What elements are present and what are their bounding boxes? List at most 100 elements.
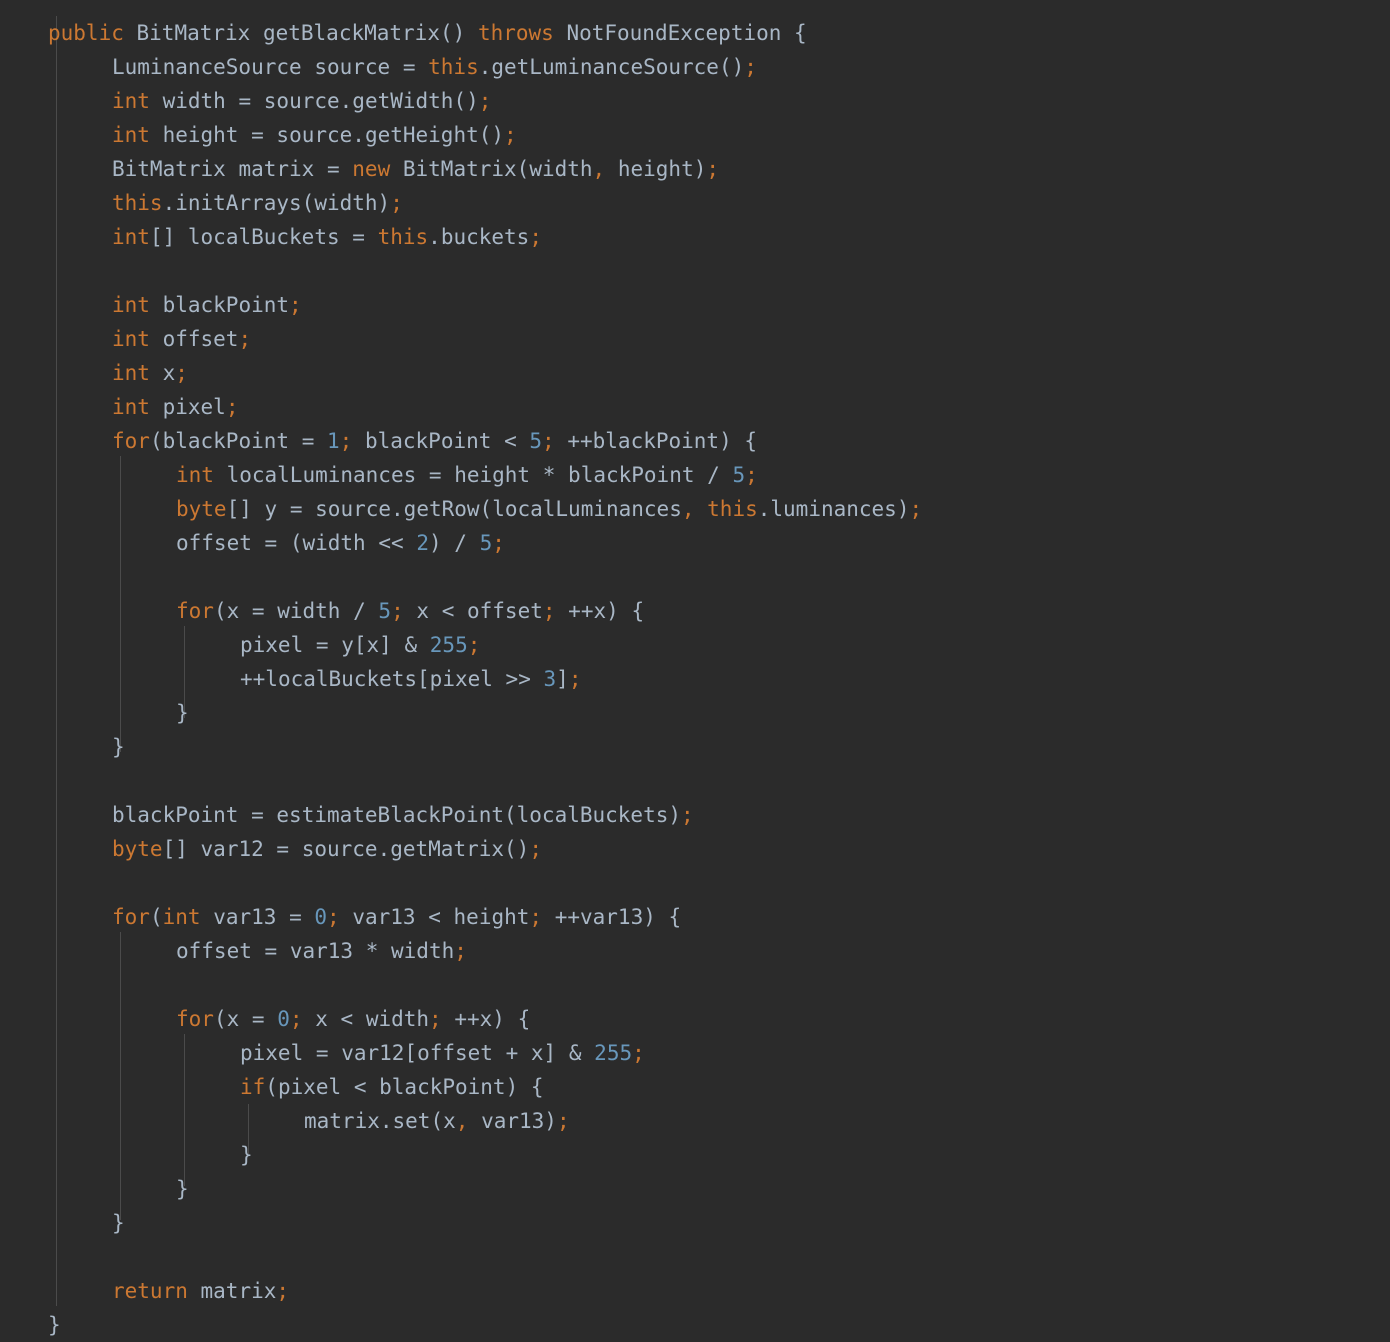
code-line[interactable]: byte[] var12 = source.getMatrix(); [0, 832, 1390, 866]
code-line[interactable] [0, 254, 1390, 288]
code-surface[interactable]: public BitMatrix getBlackMatrix() throws… [0, 0, 1390, 1342]
code-line[interactable]: byte[] y = source.getRow(localLuminances… [0, 492, 1390, 526]
identifier-token: estimateBlackPoint [276, 803, 504, 827]
code-line[interactable]: } [0, 730, 1390, 764]
punctuation-token: , [592, 157, 606, 181]
identifier-token: BitMatrix [112, 157, 226, 181]
operator-token: [] [226, 497, 252, 521]
code-lines-container[interactable]: public BitMatrix getBlackMatrix() throws… [0, 16, 1390, 1342]
code-line[interactable]: offset = var13 * width; [0, 934, 1390, 968]
identifier-token: height [454, 463, 531, 487]
operator-token: = [315, 633, 329, 657]
code-line[interactable]: for(x = width / 5; x < offset; ++x) { [0, 594, 1390, 628]
identifier-token: getWidth [352, 89, 454, 113]
operator-token: ( [149, 429, 163, 453]
identifier-token: localBuckets [516, 803, 669, 827]
punctuation-token: ; [568, 667, 582, 691]
code-line[interactable]: int localLuminances = height * blackPoin… [0, 458, 1390, 492]
code-line[interactable]: offset = (width << 2) / 5; [0, 526, 1390, 560]
code-line[interactable] [0, 764, 1390, 798]
keyword-token: for [112, 905, 150, 929]
code-line[interactable]: for(x = 0; x < width; ++x) { [0, 1002, 1390, 1036]
code-line[interactable]: } [0, 696, 1390, 730]
code-line[interactable]: pixel = y[x] & 255; [0, 628, 1390, 662]
code-line[interactable]: matrix.set(x, var13); [0, 1104, 1390, 1138]
code-editor[interactable]: public BitMatrix getBlackMatrix() throws… [0, 0, 1390, 1339]
code-line[interactable] [0, 1240, 1390, 1274]
code-line[interactable]: LuminanceSource source = this.getLuminan… [0, 50, 1390, 84]
punctuation-token: ; [492, 531, 505, 555]
operator-token: { [744, 429, 758, 453]
identifier-token: x [315, 1007, 328, 1031]
operator-token: } [176, 1177, 189, 1201]
operator-token: . [757, 497, 771, 521]
identifier-token: var12 [200, 837, 264, 861]
code-line[interactable]: public BitMatrix getBlackMatrix() throws… [0, 16, 1390, 50]
operator-token: { [517, 1007, 531, 1031]
identifier-token: width [302, 531, 366, 555]
operator-token: } [112, 735, 125, 759]
operator-token: = [428, 463, 442, 487]
code-line[interactable]: int x; [0, 356, 1390, 390]
identifier-token: var13 [481, 1109, 545, 1133]
code-line[interactable]: int[] localBuckets = this.buckets; [0, 220, 1390, 254]
code-line[interactable]: ++localBuckets[pixel >> 3]; [0, 662, 1390, 696]
operator-token: ( [265, 1075, 278, 1099]
code-line[interactable]: if(pixel < blackPoint) { [0, 1070, 1390, 1104]
code-line[interactable]: BitMatrix matrix = new BitMatrix(width, … [0, 152, 1390, 186]
operator-token: ++ [568, 599, 594, 623]
code-line[interactable] [0, 968, 1390, 1002]
code-line[interactable]: int width = source.getWidth(); [0, 84, 1390, 118]
code-line[interactable]: int blackPoint; [0, 288, 1390, 322]
code-line[interactable]: } [0, 1206, 1390, 1240]
code-line[interactable]: int offset; [0, 322, 1390, 356]
code-line[interactable] [0, 866, 1390, 900]
code-line[interactable]: this.initArrays(width); [0, 186, 1390, 220]
code-line[interactable]: } [0, 1308, 1390, 1342]
code-line[interactable]: return matrix; [0, 1274, 1390, 1308]
code-line[interactable]: for(int var13 = 0; var13 < height; ++var… [0, 900, 1390, 934]
code-line[interactable]: for(blackPoint = 1; blackPoint < 5; ++bl… [0, 424, 1390, 458]
code-line[interactable]: int pixel; [0, 390, 1390, 424]
identifier-token: blackPoint [162, 429, 290, 453]
code-line[interactable]: pixel = var12[offset + x] & 255; [0, 1036, 1390, 1070]
operator-token: ( [213, 1007, 227, 1031]
operator-token: . [391, 497, 404, 521]
number-token: 0 [277, 1007, 290, 1031]
identifier-token: luminances [770, 497, 897, 521]
code-line[interactable] [0, 560, 1390, 594]
operator-token: } [48, 1313, 61, 1337]
operator-token: / [454, 531, 467, 555]
code-line[interactable]: } [0, 1138, 1390, 1172]
operator-token: < [340, 1007, 354, 1031]
identifier-token: y [341, 633, 354, 657]
code-line[interactable]: blackPoint = estimateBlackPoint(localBuc… [0, 798, 1390, 832]
identifier-token: getRow [403, 497, 480, 521]
keyword-token: int [112, 225, 150, 249]
code-line[interactable]: int height = source.getHeight(); [0, 118, 1390, 152]
code-line[interactable]: } [0, 1172, 1390, 1206]
identifier-token: x [530, 1041, 544, 1065]
punctuation-token: ; [390, 191, 403, 215]
identifier-token: offset [176, 939, 252, 963]
